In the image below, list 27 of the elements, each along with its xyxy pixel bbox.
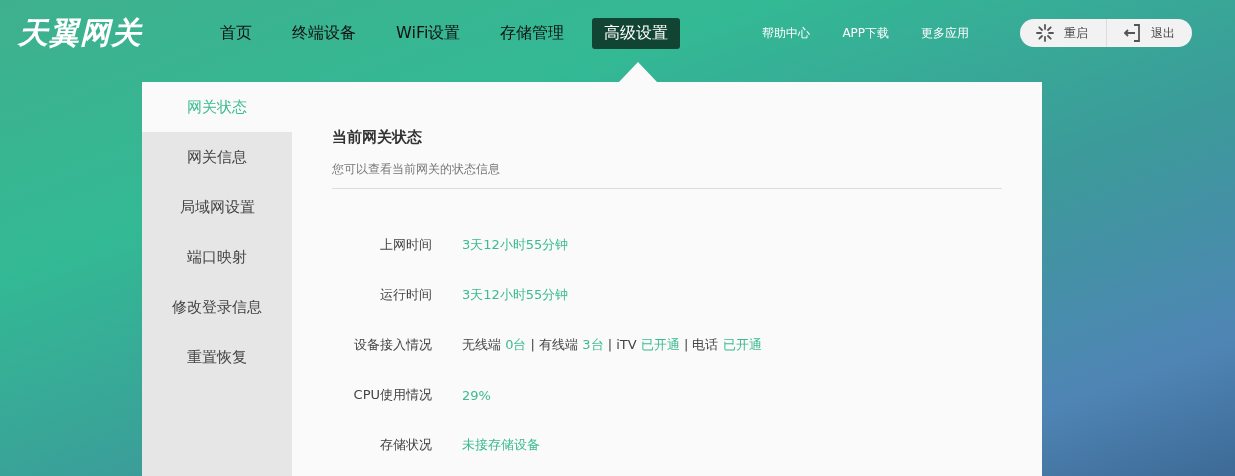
- sidebar-item[interactable]: 局域网设置: [142, 182, 292, 232]
- field-label: 存储状况: [379, 436, 432, 454]
- field-label: CPU使用情况: [352, 386, 432, 404]
- field-value: 无线端 0台 | 有线端 3台 | iTV 已开通 | 电话 已开通: [462, 336, 762, 354]
- nav-tab[interactable]: 存储管理: [488, 17, 577, 49]
- restart-button[interactable]: 重启: [1020, 19, 1107, 47]
- section-subtitle: 您可以查看当前网关的状态信息: [332, 161, 1002, 189]
- field-value: 3天12小时55分钟: [462, 286, 569, 304]
- field-value: 3天12小时55分钟: [462, 236, 569, 254]
- nav-tab[interactable]: 终端设备: [280, 17, 368, 49]
- sidebar-item[interactable]: 网关信息: [142, 132, 292, 182]
- exit-icon: [1123, 24, 1142, 42]
- nav-tab[interactable]: 高级设置: [592, 17, 681, 49]
- section-title: 当前网关状态: [332, 128, 423, 147]
- field-value: 未接存储设备: [462, 436, 540, 454]
- field-label: 设备接入情况: [353, 336, 432, 354]
- logo: 天翼网关: [18, 13, 144, 52]
- nav-tab[interactable]: 首页: [208, 17, 264, 49]
- field-label: 运行时间: [379, 286, 432, 304]
- nav-tab[interactable]: WiFi设置: [384, 17, 473, 49]
- sidebar-item[interactable]: 修改登录信息: [142, 282, 292, 332]
- spinner-icon: [1036, 24, 1055, 42]
- field-label: 上网时间: [379, 236, 432, 254]
- sidebar-item[interactable]: 重置恢复: [142, 332, 292, 382]
- logout-button[interactable]: 退出: [1106, 19, 1193, 47]
- sidebar-item[interactable]: 端口映射: [142, 232, 292, 282]
- field-value: 29%: [462, 387, 491, 403]
